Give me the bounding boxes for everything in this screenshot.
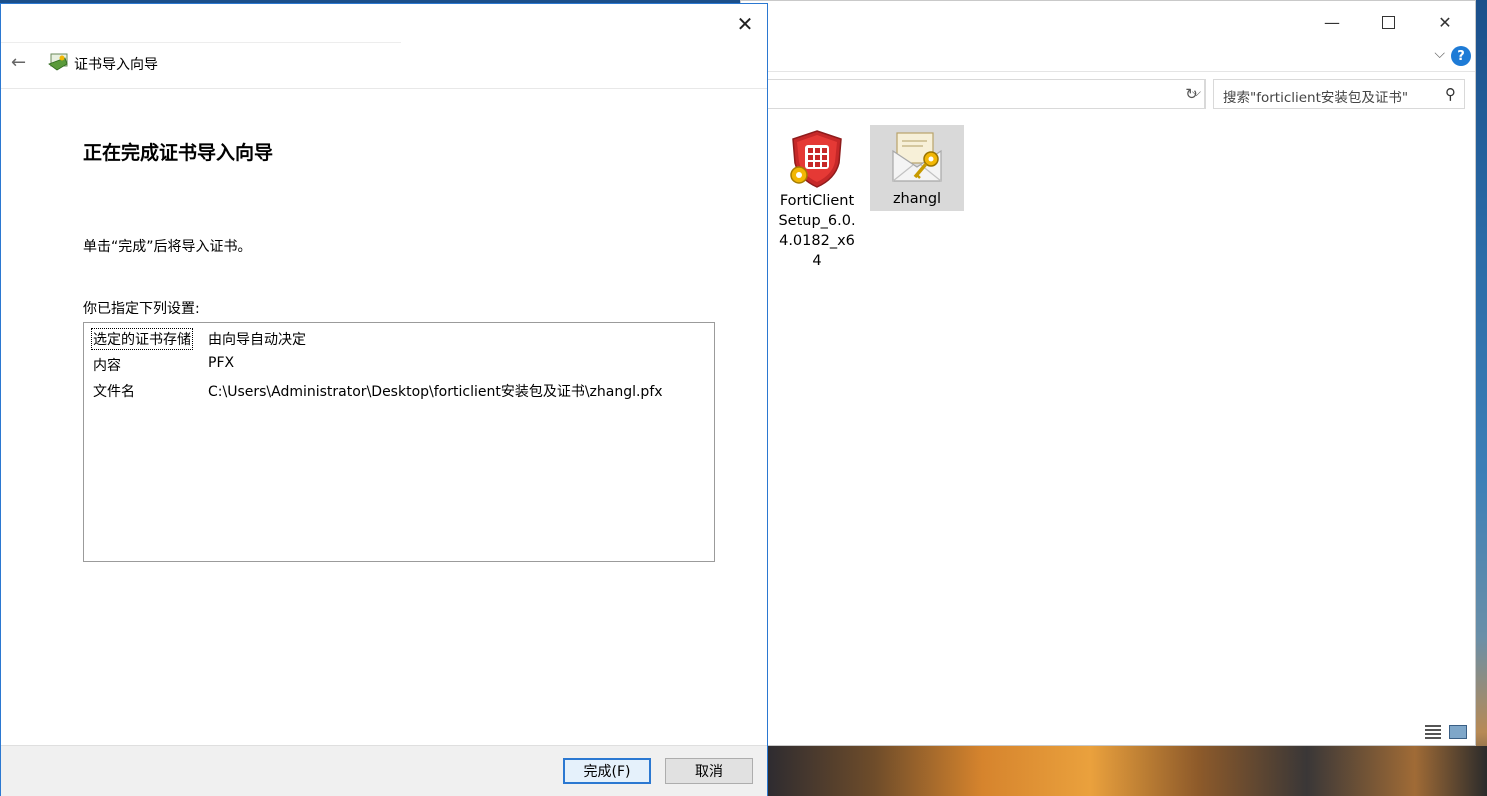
wizard-header: ← 证书导入向导 <box>1 44 767 89</box>
close-icon: ✕ <box>736 12 754 36</box>
page-heading: 正在完成证书导入向导 <box>83 142 274 164</box>
details-view-icon[interactable] <box>1425 725 1441 739</box>
divider <box>1 42 401 43</box>
maximize-icon <box>1381 15 1395 29</box>
certificate-import-wizard: ✕ ← 证书导入向导 正在完成证书导入向导 单击“完成”后将导入证书。 你已指定… <box>0 3 768 796</box>
search-placeholder: 搜索"forticlient安装包及证书" <box>1223 90 1409 106</box>
refresh-button[interactable]: ↻ <box>1179 79 1205 109</box>
file-item-forticlient[interactable]: FortiClient Setup_6.0. 4.0182_x6 4 <box>773 125 861 271</box>
setting-key: 文件名 <box>93 384 135 400</box>
ribbon-bar: ⌵ ? <box>741 43 1475 72</box>
file-name-line: FortiClient <box>779 193 855 209</box>
close-icon: ✕ <box>1438 12 1452 32</box>
setting-key: 选定的证书存储 <box>91 328 193 350</box>
explorer-titlebar: — ✕ <box>741 1 1475 43</box>
chevron-down-icon[interactable]: ⌵ <box>1434 46 1445 62</box>
certificate-key-icon <box>892 132 942 182</box>
search-icon: ⚲ <box>1445 85 1456 103</box>
file-name-line: Setup_6.0. <box>778 213 856 229</box>
refresh-icon: ↻ <box>1185 85 1198 103</box>
setting-value: PFX <box>208 355 235 371</box>
address-bar[interactable]: ⌵ <box>741 79 1206 109</box>
large-icons-view-icon[interactable] <box>1449 725 1467 739</box>
explorer-close-button[interactable]: ✕ <box>1422 7 1468 37</box>
setting-key: 内容 <box>93 358 121 374</box>
settings-label: 你已指定下列设置: <box>83 301 200 317</box>
setting-value: 由向导自动决定 <box>208 332 306 348</box>
help-icon[interactable]: ? <box>1451 46 1471 66</box>
back-arrow-icon[interactable]: ← <box>11 52 26 73</box>
view-switcher <box>1425 725 1467 739</box>
setting-value: C:\Users\Administrator\Desktop\forticlie… <box>208 384 663 400</box>
wizard-close-button[interactable]: ✕ <box>733 12 757 36</box>
finish-button[interactable]: 完成(F) <box>563 758 651 784</box>
file-name-line: zhangl <box>892 191 942 207</box>
minimize-button[interactable]: — <box>1309 7 1355 37</box>
file-name-line: 4.0182_x6 <box>779 233 855 249</box>
wizard-footer: 完成(F) 取消 <box>1 745 767 796</box>
instruction-text: 单击“完成”后将导入证书。 <box>83 239 252 255</box>
settings-list[interactable]: 选定的证书存储 由向导自动决定 内容 PFX 文件名 C:\Users\Admi… <box>83 322 715 562</box>
certificate-wizard-icon <box>48 53 68 71</box>
file-name-line: 4 <box>812 253 822 269</box>
wallpaper-horizon <box>766 746 1487 796</box>
wizard-title: 证书导入向导 <box>74 57 158 73</box>
file-explorer-window: — ✕ ⌵ ? ⌵ ↻ 搜索"forticlient安装包及证书" ⚲ Fort… <box>740 0 1476 746</box>
minimize-icon: — <box>1324 12 1340 32</box>
maximize-button[interactable] <box>1365 7 1411 37</box>
file-item-zhangl[interactable]: zhangl <box>870 125 964 211</box>
forticlient-shield-icon <box>790 130 842 188</box>
cancel-button[interactable]: 取消 <box>665 758 753 784</box>
search-input[interactable]: 搜索"forticlient安装包及证书" ⚲ <box>1213 79 1465 109</box>
